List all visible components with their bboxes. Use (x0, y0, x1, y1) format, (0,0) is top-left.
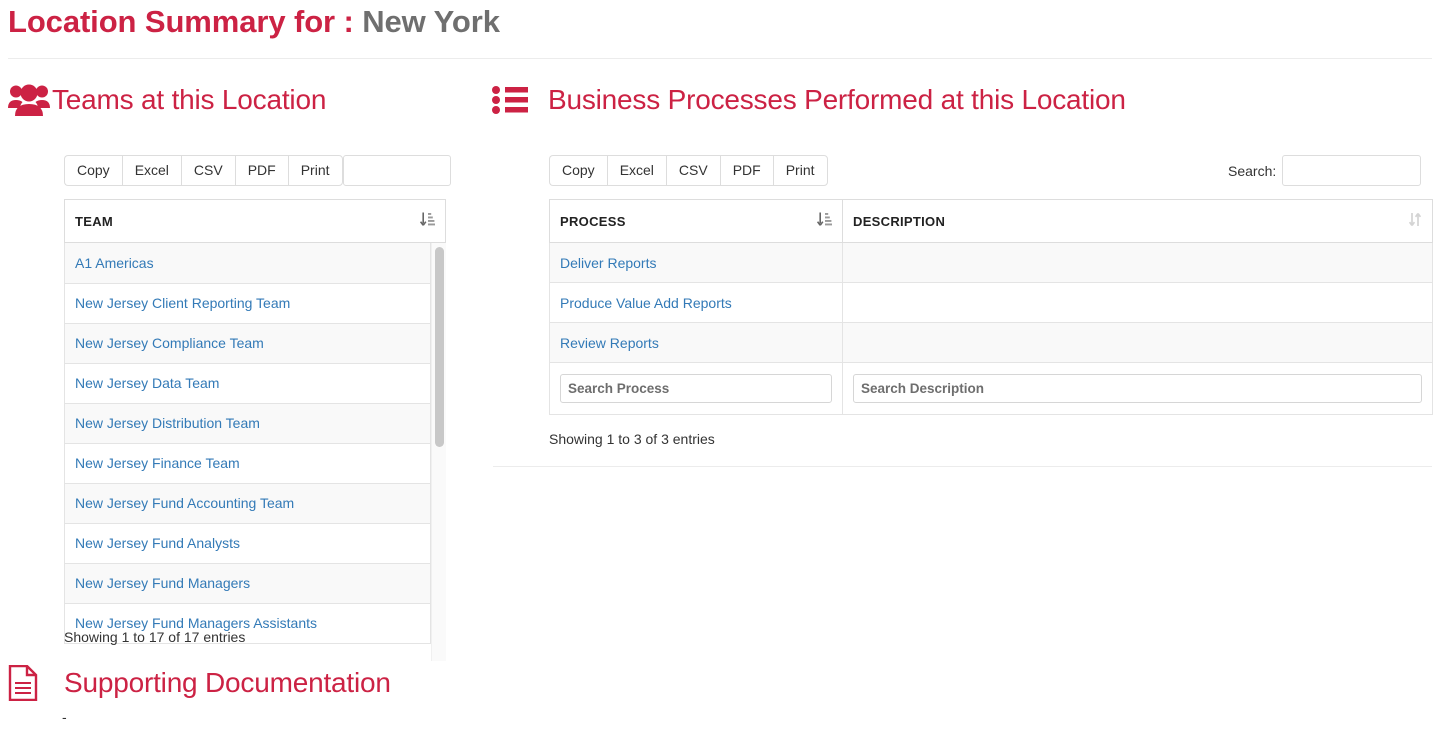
page-title-value: New York (362, 4, 500, 39)
processes-column-label-description: DESCRIPTION (853, 213, 946, 229)
processes-column-label-process: PROCESS (560, 213, 626, 229)
processes-search-filter: Search: (1228, 155, 1422, 186)
table-row: New Jersey Client Reporting Team (64, 283, 431, 324)
teams-copy-button[interactable]: Copy (64, 155, 122, 186)
teams-cell-team: New Jersey Distribution Team (64, 403, 431, 444)
teams-table: TEAM A1 Americas New Jersey Client Repor… (64, 199, 446, 661)
processes-filter-cell-description (842, 362, 1433, 415)
location-summary-page: Location Summary for : New York Teams at… (0, 0, 1440, 746)
title-divider (8, 58, 1432, 59)
teams-heading-text: Teams at this Location (52, 84, 327, 115)
teams-table-body: A1 Americas New Jersey Client Reporting T… (64, 243, 431, 644)
table-row: Review Reports (549, 322, 1433, 363)
teams-cell-team: New Jersey Compliance Team (64, 323, 431, 364)
sort-amount-desc-icon (816, 212, 832, 231)
teams-cell-team: New Jersey Data Team (64, 363, 431, 404)
table-row: New Jersey Fund Accounting Team (64, 483, 431, 524)
teams-column-header-team[interactable]: TEAM (64, 199, 446, 243)
teams-print-button[interactable]: Print (287, 155, 343, 186)
file-text-icon (8, 663, 64, 703)
team-link[interactable]: New Jersey Client Reporting Team (75, 295, 290, 311)
team-link[interactable]: New Jersey Compliance Team (75, 335, 264, 351)
processes-pdf-button[interactable]: PDF (719, 155, 773, 186)
table-row: New Jersey Distribution Team (64, 403, 431, 444)
teams-csv-button[interactable]: CSV (180, 155, 235, 186)
users-icon (8, 80, 52, 120)
processes-csv-button[interactable]: CSV (665, 155, 720, 186)
processes-header-row: PROCESS DESCRIPTION (549, 199, 1433, 243)
processes-cell-description (842, 282, 1433, 323)
sort-amount-desc-icon (419, 212, 435, 231)
teams-scrollbar-thumb[interactable] (435, 247, 444, 447)
processes-section-heading: Business Processes Performed at this Loc… (492, 80, 1126, 120)
table-row: A1 Americas (64, 243, 431, 284)
processes-copy-button[interactable]: Copy (549, 155, 607, 186)
teams-table-scroll-body: A1 Americas New Jersey Client Reporting T… (64, 243, 446, 661)
processes-cell-description (842, 242, 1433, 283)
processes-cell-process: Produce Value Add Reports (549, 282, 843, 323)
processes-filter-row (549, 362, 1433, 415)
teams-pdf-button[interactable]: PDF (234, 155, 288, 186)
processes-table: PROCESS DESCRIPTION Deliver Reports Prod… (549, 199, 1433, 415)
processes-excel-button[interactable]: Excel (606, 155, 666, 186)
team-link[interactable]: New Jersey Fund Analysts (75, 535, 240, 551)
teams-section-heading: Teams at this Location (8, 80, 326, 120)
table-row: New Jersey Finance Team (64, 443, 431, 484)
table-row: New Jersey Fund Managers (64, 563, 431, 604)
team-link[interactable]: New Jersey Fund Accounting Team (75, 495, 294, 511)
processes-table-element: PROCESS DESCRIPTION Deliver Reports Prod… (549, 199, 1433, 415)
teams-header-row: TEAM (64, 199, 446, 243)
processes-cell-process: Review Reports (549, 322, 843, 363)
table-row: New Jersey Data Team (64, 363, 431, 404)
page-title-prefix: Location Summary for : (8, 4, 354, 39)
process-link[interactable]: Deliver Reports (560, 255, 656, 271)
table-row: Produce Value Add Reports (549, 282, 1433, 323)
processes-table-info: Showing 1 to 3 of 3 entries (549, 431, 715, 447)
teams-column-label: TEAM (75, 213, 114, 229)
team-link[interactable]: New Jersey Data Team (75, 375, 219, 391)
list-ul-icon (492, 80, 548, 120)
process-filter-input[interactable] (560, 374, 832, 403)
documentation-content: - (62, 709, 67, 725)
process-link[interactable]: Review Reports (560, 335, 659, 351)
teams-table-header: TEAM (64, 199, 446, 243)
processes-column-header-description[interactable]: DESCRIPTION (842, 199, 1433, 243)
processes-print-button[interactable]: Print (772, 155, 828, 186)
page-title: Location Summary for : New York (8, 4, 500, 40)
processes-cell-description (842, 322, 1433, 363)
sort-both-icon (1408, 212, 1422, 231)
documentation-heading-text: Supporting Documentation (64, 667, 391, 698)
team-link[interactable]: New Jersey Distribution Team (75, 415, 260, 431)
teams-cell-team: New Jersey Client Reporting Team (64, 283, 431, 324)
teams-excel-button[interactable]: Excel (121, 155, 181, 186)
teams-cell-team: A1 Americas (64, 243, 431, 284)
teams-table-info: Showing 1 to 17 of 17 entries (64, 629, 246, 645)
process-link[interactable]: Produce Value Add Reports (560, 295, 732, 311)
description-filter-input[interactable] (853, 374, 1422, 403)
teams-export-buttons: Copy Excel CSV PDF Print (64, 155, 343, 186)
teams-search-input[interactable] (343, 155, 451, 186)
teams-scrollbar-track[interactable] (431, 243, 446, 661)
teams-cell-team: New Jersey Fund Accounting Team (64, 483, 431, 524)
processes-search-input[interactable] (1282, 155, 1422, 186)
processes-cell-process: Deliver Reports (549, 242, 843, 283)
processes-search-label: Search: (1228, 162, 1277, 179)
team-link[interactable]: New Jersey Fund Managers (75, 575, 250, 591)
table-row: New Jersey Compliance Team (64, 323, 431, 364)
table-row: Deliver Reports (549, 242, 1433, 283)
documentation-section-heading: Supporting Documentation (8, 663, 391, 703)
processes-heading-text: Business Processes Performed at this Loc… (548, 84, 1126, 115)
processes-section-divider (493, 466, 1432, 467)
table-row: New Jersey Fund Analysts (64, 523, 431, 564)
teams-cell-team: New Jersey Finance Team (64, 443, 431, 484)
teams-cell-team: New Jersey Fund Analysts (64, 523, 431, 564)
processes-export-buttons: Copy Excel CSV PDF Print (549, 155, 828, 186)
team-link[interactable]: A1 Americas (75, 255, 154, 271)
processes-column-header-process[interactable]: PROCESS (549, 199, 843, 243)
teams-cell-team: New Jersey Fund Managers (64, 563, 431, 604)
teams-search-filter (343, 155, 451, 186)
processes-filter-cell-process (549, 362, 843, 415)
team-link[interactable]: New Jersey Finance Team (75, 455, 240, 471)
